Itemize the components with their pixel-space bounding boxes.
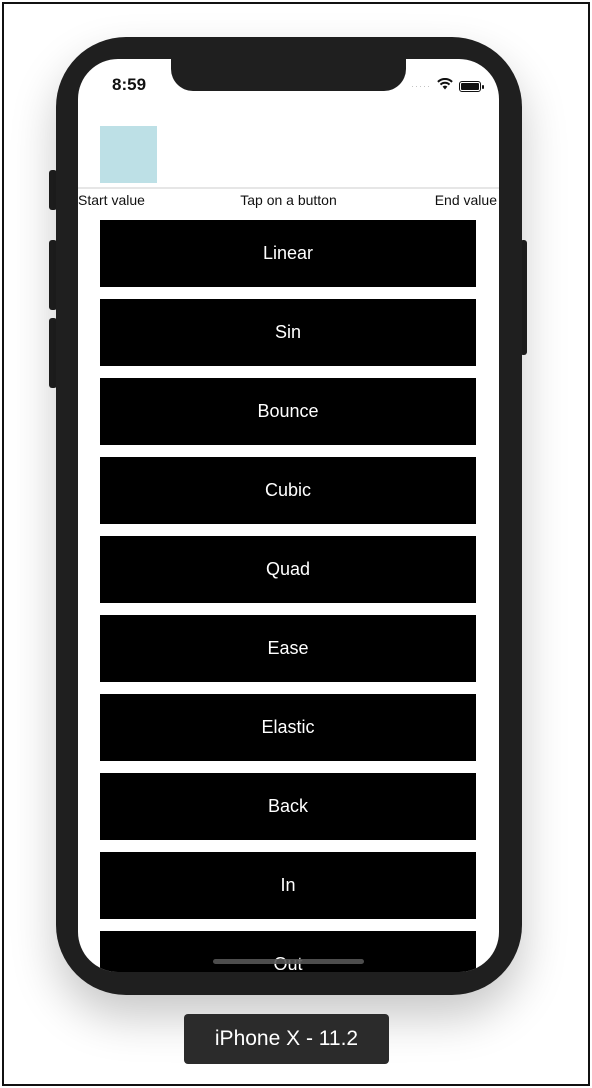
home-indicator[interactable] (213, 959, 364, 964)
easing-button-list: Linear Sin Bounce Cubic Quad Ease Elasti… (100, 220, 476, 972)
notch (171, 59, 406, 91)
linear-button[interactable]: Linear (100, 220, 476, 287)
status-icons: ····· (411, 77, 484, 95)
quad-button[interactable]: Quad (100, 536, 476, 603)
out-button[interactable]: Out (100, 931, 476, 972)
wifi-icon (437, 77, 453, 95)
status-time: 8:59 (112, 75, 147, 94)
divider (78, 187, 499, 189)
battery-icon (459, 80, 484, 92)
back-button[interactable]: Back (100, 773, 476, 840)
animated-box (100, 126, 157, 183)
device-name-label: iPhone X - 11.2 (184, 1014, 389, 1064)
end-value-label: End value (434, 192, 497, 208)
value-labels: Start value Tap on a button End value (78, 192, 499, 210)
elastic-button[interactable]: Elastic (100, 694, 476, 761)
bounce-button[interactable]: Bounce (100, 378, 476, 445)
cubic-button[interactable]: Cubic (100, 457, 476, 524)
phone-screen: 8:59 ····· Start value Tap on a button E… (78, 59, 499, 972)
sin-button[interactable]: Sin (100, 299, 476, 366)
signal-icon: ····· (411, 81, 431, 91)
ease-button[interactable]: Ease (100, 615, 476, 682)
in-button[interactable]: In (100, 852, 476, 919)
